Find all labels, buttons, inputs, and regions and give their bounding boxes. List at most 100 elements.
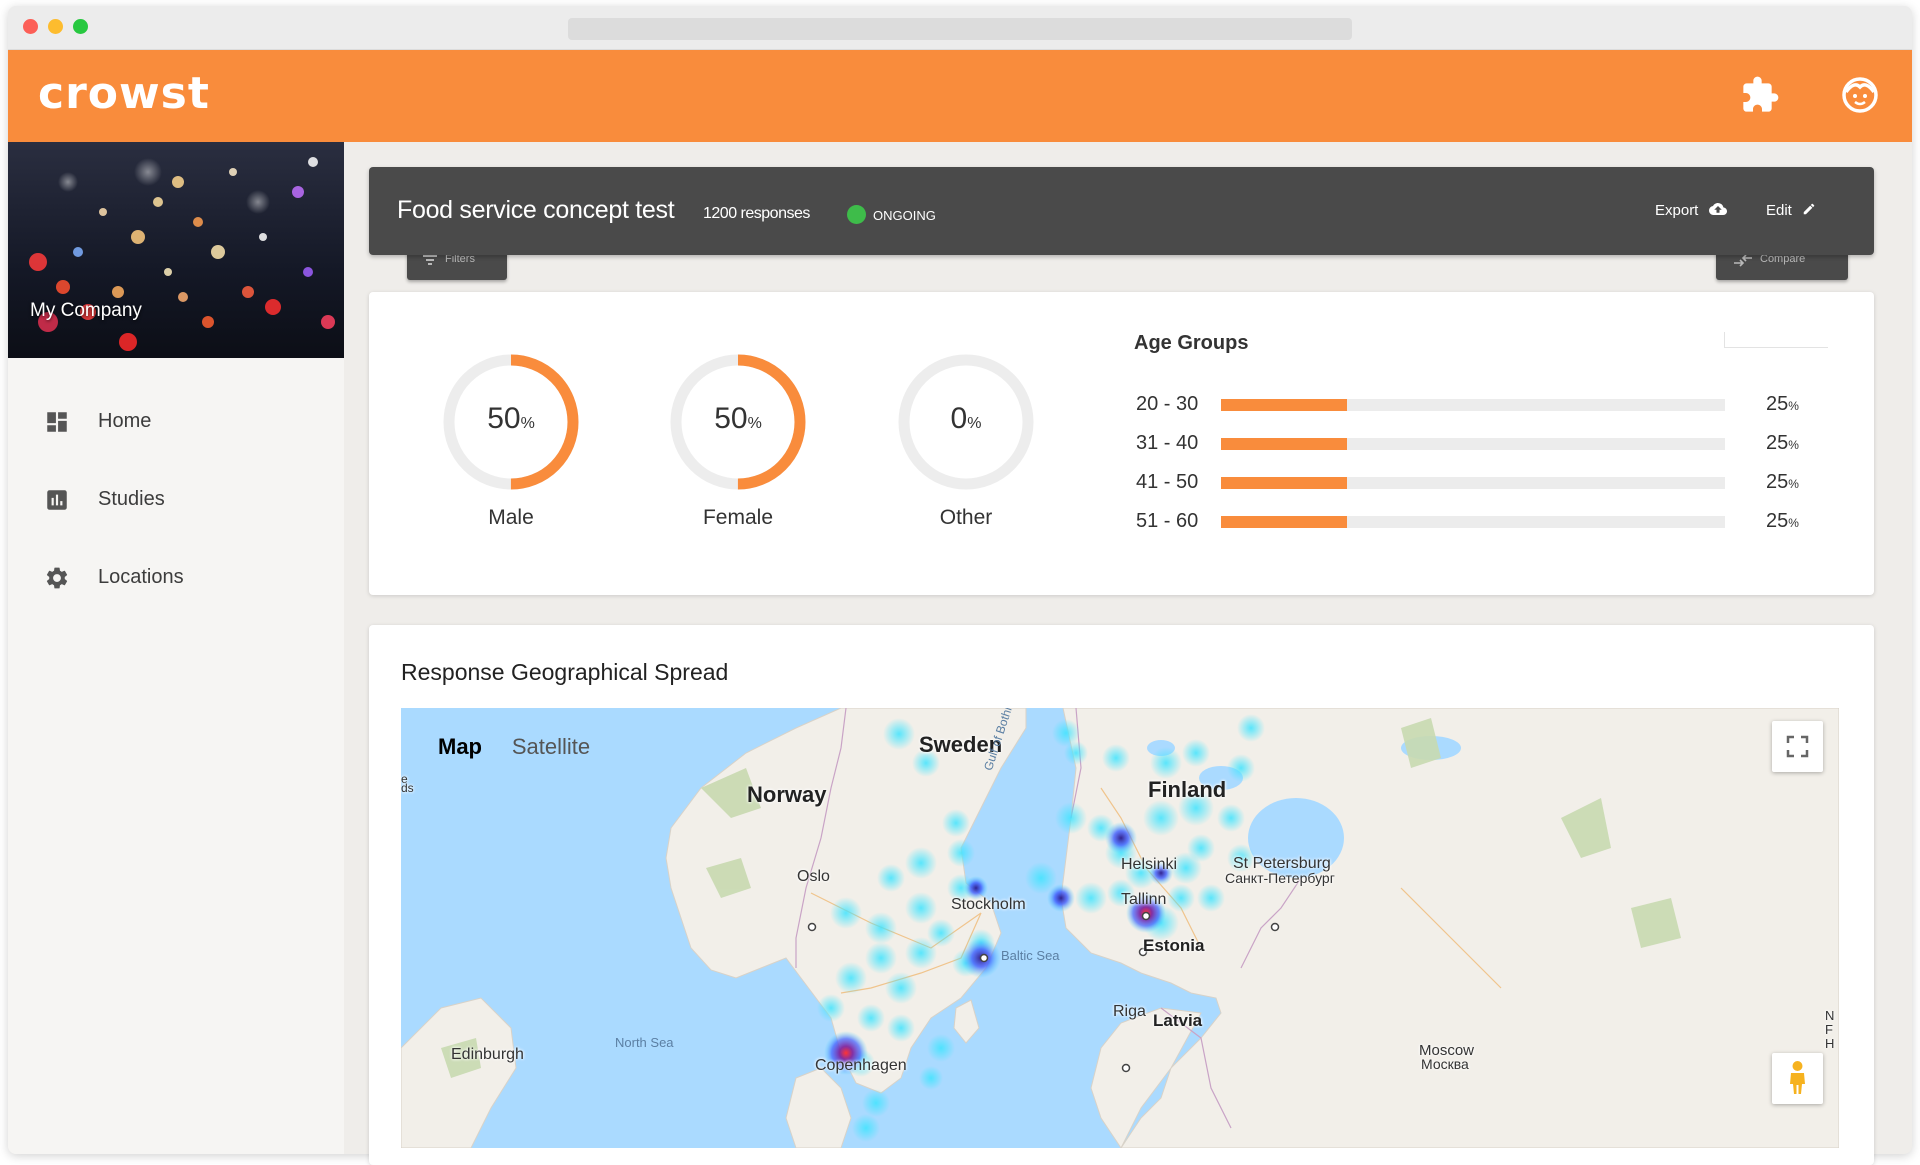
- app-logo[interactable]: crowst: [38, 68, 210, 119]
- street-view-pegman-icon[interactable]: [1772, 1053, 1823, 1104]
- age-bar-fill: [1221, 399, 1347, 411]
- study-header: Food service concept test 1200 responses…: [369, 167, 1874, 255]
- dashboard-icon: [44, 409, 70, 435]
- age-bar-fill: [1221, 438, 1347, 450]
- close-window-button[interactable]: [23, 19, 38, 34]
- divider: [1724, 332, 1828, 348]
- sidebar-item-label: Home: [98, 410, 152, 432]
- gender-donut-female: 50% Female: [668, 352, 808, 532]
- sidebar-item-studies[interactable]: Studies: [8, 470, 344, 530]
- company-name[interactable]: My Company: [30, 300, 142, 322]
- gear-icon: [44, 565, 70, 591]
- map-title: Response Geographical Spread: [401, 659, 729, 685]
- gender-donut-other: 0% Other: [896, 352, 1036, 532]
- maximize-window-button[interactable]: [73, 19, 88, 34]
- age-group-row: 31 - 40 25%: [1136, 428, 1816, 458]
- edit-label: Edit: [1766, 202, 1792, 219]
- company-banner-image: My Company: [8, 142, 344, 358]
- map-label-city: Edinburgh: [451, 1046, 524, 1063]
- age-bar-fill: [1221, 477, 1347, 489]
- age-group-value: 25: [1766, 393, 1789, 415]
- sidebar-item-home[interactable]: Home: [8, 392, 344, 452]
- age-bar-track: [1221, 438, 1725, 450]
- geo-heatmap[interactable]: Sweden Norway Finland Estonia Latvia Osl…: [401, 708, 1839, 1148]
- edit-button[interactable]: Edit: [1766, 202, 1816, 220]
- map-label-city: Stockholm: [951, 896, 1026, 913]
- donut-unit: %: [747, 415, 762, 432]
- filter-icon: [423, 255, 437, 268]
- map-label-city: Oslo: [797, 868, 830, 885]
- donut-unit: %: [967, 415, 982, 432]
- age-group-unit: %: [1788, 399, 1799, 413]
- map-edge-label: ds: [401, 781, 414, 795]
- status-badge: ONGOING: [873, 208, 936, 223]
- age-group-unit: %: [1788, 516, 1799, 530]
- age-group-value: 25: [1766, 432, 1789, 454]
- age-bar-track: [1221, 399, 1725, 411]
- export-label: Export: [1655, 202, 1699, 219]
- map-label-country: Latvia: [1153, 1011, 1203, 1030]
- age-group-label: 31 - 40: [1136, 432, 1199, 454]
- map-view-button[interactable]: Map: [414, 721, 506, 772]
- donut-label: Other: [939, 506, 993, 529]
- donut-label: Female: [702, 506, 774, 529]
- map-label-country: Finland: [1148, 777, 1227, 802]
- map-label-city: Санкт-Петербург: [1225, 870, 1335, 886]
- map-card: Response Geographical Spread Sweden Norw…: [369, 625, 1874, 1165]
- age-group-row: 20 - 30 25%: [1136, 389, 1816, 419]
- age-group-unit: %: [1788, 477, 1799, 491]
- gender-donut-male: 50% Male: [441, 352, 581, 532]
- export-button[interactable]: Export: [1655, 202, 1727, 220]
- bar-chart-icon: [44, 487, 70, 513]
- map-label-city: Riga: [1113, 1003, 1146, 1020]
- sidebar-item-label: Locations: [98, 566, 184, 588]
- map-label-city: Tallinn: [1121, 891, 1167, 908]
- satellite-view-button[interactable]: Satellite: [506, 721, 596, 772]
- donut-unit: %: [520, 415, 535, 432]
- puzzle-piece-icon[interactable]: [1740, 75, 1780, 115]
- face-icon[interactable]: [1840, 75, 1880, 115]
- compare-arrows-icon: [1734, 254, 1752, 270]
- map-edge-label: H: [1825, 1036, 1835, 1051]
- age-group-label: 41 - 50: [1136, 471, 1199, 493]
- age-bar-track: [1221, 477, 1725, 489]
- browser-title-bar: [8, 6, 1912, 50]
- map-label-country: Norway: [747, 782, 827, 807]
- map-label-city: Helsinki: [1121, 856, 1178, 873]
- status-indicator: [847, 205, 866, 224]
- demographics-card: 50% Male 50% Female 0% Other Age Groups …: [369, 292, 1874, 595]
- app-header: crowst: [8, 50, 1912, 142]
- sidebar-item-label: Studies: [98, 488, 165, 510]
- donut-value: 50: [487, 402, 521, 435]
- age-bar-fill: [1221, 516, 1347, 528]
- age-group-unit: %: [1788, 438, 1799, 452]
- fullscreen-icon[interactable]: [1772, 721, 1823, 772]
- map-edge-label: N: [1825, 1008, 1835, 1023]
- pencil-icon: [1802, 202, 1816, 220]
- land-masses: [401, 708, 1839, 1148]
- donut-label: Male: [488, 506, 534, 529]
- sidebar: My Company Home Studies Locations: [8, 142, 344, 1154]
- map-label-sea: North Sea: [615, 1035, 674, 1050]
- age-group-value: 25: [1766, 471, 1789, 493]
- age-group-label: 20 - 30: [1136, 393, 1199, 415]
- study-title: Food service concept test: [397, 196, 675, 224]
- sidebar-item-locations[interactable]: Locations: [8, 548, 344, 608]
- map-label-city: Copenhagen: [815, 1057, 907, 1074]
- minimize-window-button[interactable]: [48, 19, 63, 34]
- response-count: 1200 responses: [703, 205, 810, 222]
- age-group-label: 51 - 60: [1136, 510, 1199, 532]
- age-bar-track: [1221, 516, 1725, 528]
- map-label-city: Москва: [1421, 1056, 1469, 1072]
- age-group-row: 41 - 50 25%: [1136, 467, 1816, 497]
- map-label-country: Estonia: [1143, 936, 1205, 955]
- map-label-sea: Baltic Sea: [1001, 948, 1060, 963]
- age-group-row: 51 - 60 25%: [1136, 506, 1816, 536]
- donut-value: 50: [714, 402, 748, 435]
- donut-value: 0: [950, 402, 968, 435]
- age-group-value: 25: [1766, 510, 1789, 532]
- age-groups-title: Age Groups: [1134, 332, 1249, 354]
- map-edge-label: F: [1825, 1022, 1833, 1037]
- address-bar[interactable]: [568, 18, 1352, 40]
- cloud-upload-icon: [1708, 202, 1727, 220]
